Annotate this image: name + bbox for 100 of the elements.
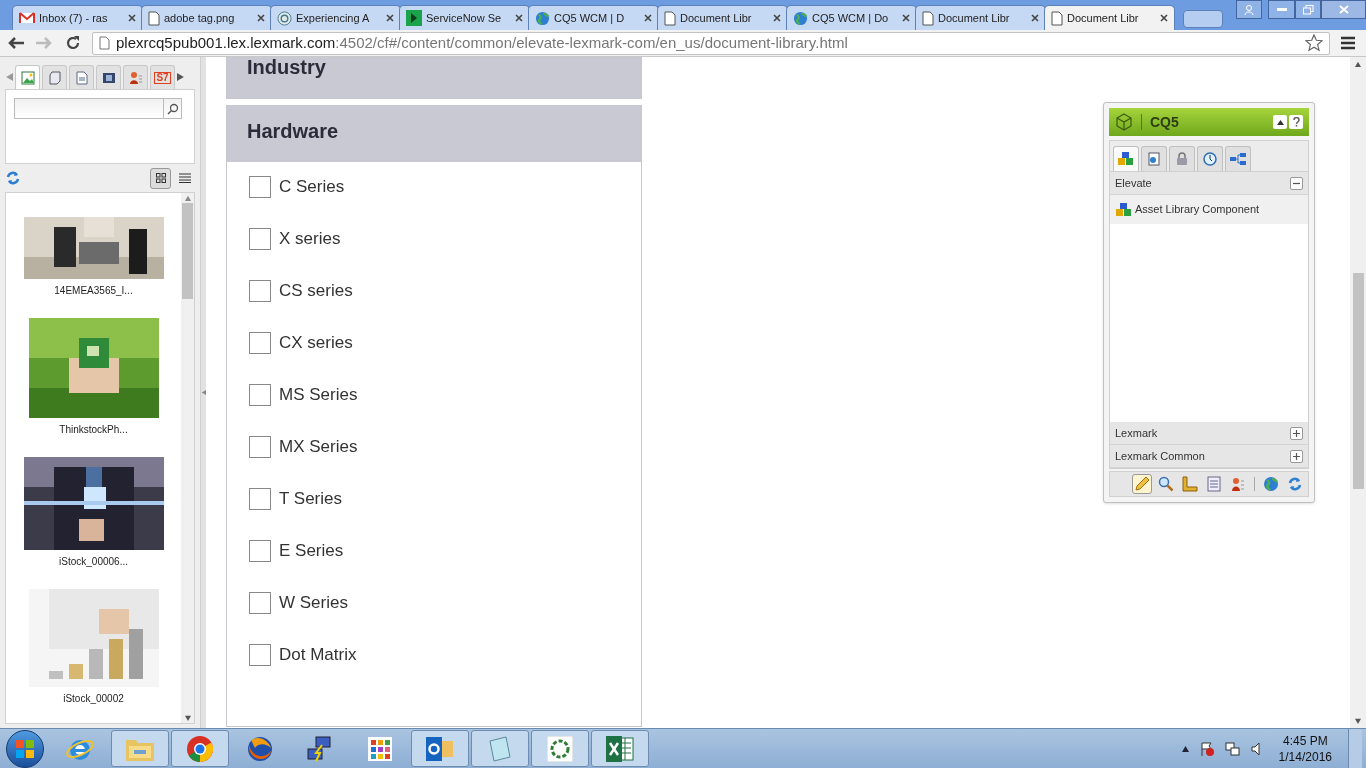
scroll-up-icon[interactable] <box>184 195 191 201</box>
close-icon[interactable] <box>773 14 781 22</box>
sidekick-tab[interactable] <box>1197 146 1223 171</box>
taskbar-app[interactable] <box>111 730 169 767</box>
browser-tab[interactable]: CQ5 WCM | Do <box>786 5 917 30</box>
network-icon[interactable] <box>1224 740 1241 757</box>
arrow-left-icon[interactable] <box>5 73 13 81</box>
browser-tab[interactable]: Inbox (7) - ras <box>12 5 143 30</box>
collapse-handle-icon[interactable] <box>201 390 206 395</box>
checkbox[interactable] <box>249 540 271 562</box>
checkbox[interactable] <box>249 436 271 458</box>
taskbar-app[interactable] <box>411 730 469 767</box>
browser-tab[interactable]: Experiencing A <box>270 5 401 30</box>
taskbar-app[interactable] <box>531 730 589 767</box>
scroll-down-icon[interactable] <box>184 715 191 721</box>
browser-tab[interactable]: adobe tag.png <box>141 5 272 30</box>
component-group-header[interactable]: Lexmark Common <box>1110 445 1308 468</box>
collapse-icon[interactable] <box>1290 176 1303 190</box>
mode-button[interactable] <box>1180 474 1200 494</box>
page-scrollbar[interactable] <box>1350 57 1366 728</box>
cubes-icon <box>1116 202 1132 217</box>
close-icon[interactable] <box>1031 14 1039 22</box>
component-item[interactable]: Asset Library Component <box>1110 195 1308 224</box>
scroll-down-icon[interactable] <box>1355 718 1361 724</box>
sidekick-tab[interactable] <box>1225 146 1251 171</box>
scrollbar[interactable] <box>181 193 194 723</box>
checkbox[interactable] <box>249 176 271 198</box>
browser-tab[interactable]: CQ5 WCM | D <box>528 5 659 30</box>
list-icon <box>178 173 191 183</box>
sidekick-tab[interactable] <box>1169 146 1195 171</box>
close-icon[interactable] <box>515 14 523 22</box>
menu-icon[interactable] <box>1340 36 1356 50</box>
checkbox[interactable] <box>249 332 271 354</box>
browser-tab[interactable]: Document Libr <box>915 5 1046 30</box>
taskbar-app[interactable] <box>471 730 529 767</box>
page-icon <box>99 36 110 50</box>
close-icon[interactable] <box>644 14 652 22</box>
tray-arrow-icon[interactable] <box>1181 745 1189 752</box>
checkbox-label: E Series <box>279 540 344 562</box>
globe-icon <box>793 10 808 26</box>
profile-button[interactable] <box>1236 0 1262 19</box>
component-group-header[interactable]: Lexmark <box>1110 422 1308 445</box>
browser-tab[interactable]: Document Libr <box>1044 5 1175 30</box>
close-icon[interactable] <box>386 14 394 22</box>
asset-type-tab[interactable] <box>123 65 148 89</box>
close-icon[interactable] <box>128 14 136 22</box>
asset-type-tab[interactable] <box>15 65 40 89</box>
refresh-icon[interactable] <box>5 170 21 186</box>
collapse-button[interactable] <box>1273 115 1287 129</box>
section-header[interactable]: Hardware <box>227 106 641 162</box>
expand-icon[interactable] <box>1290 426 1303 440</box>
taskbar-app[interactable] <box>591 730 649 767</box>
mode-button[interactable] <box>1132 474 1152 494</box>
close-button[interactable] <box>1321 0 1366 19</box>
expand-icon[interactable] <box>1290 449 1303 463</box>
start-button[interactable] <box>6 729 44 768</box>
lock-icon <box>1176 152 1188 166</box>
arrow-right-icon[interactable] <box>177 73 185 81</box>
search-field[interactable] <box>14 98 182 119</box>
star-icon[interactable] <box>1305 34 1323 52</box>
component-group-header[interactable]: Elevate <box>1110 172 1308 195</box>
new-tab-button[interactable] <box>1183 10 1223 28</box>
checkbox-label: Dot Matrix <box>279 644 357 666</box>
checkbox[interactable] <box>249 384 271 406</box>
maximize-button[interactable] <box>1295 0 1321 19</box>
close-icon <box>1338 5 1349 14</box>
document-icon <box>75 70 88 85</box>
taskbar-app[interactable] <box>171 730 229 767</box>
browser-tab[interactable]: Document Libr <box>657 5 788 30</box>
checkbox[interactable] <box>249 228 271 250</box>
checkbox[interactable] <box>249 280 271 302</box>
scrollbar-thumb[interactable] <box>1352 273 1364 489</box>
close-icon[interactable] <box>257 14 265 22</box>
checkbox-label: C Series <box>279 176 345 198</box>
page-icon <box>1147 152 1161 166</box>
reload-icon[interactable] <box>64 34 82 52</box>
browser-tab[interactable]: ServiceNow Se <box>399 5 530 30</box>
checkbox[interactable] <box>249 592 271 614</box>
close-icon[interactable] <box>1160 14 1168 22</box>
scrollbar-thumb[interactable] <box>182 203 193 299</box>
sidekick-tab[interactable] <box>1141 146 1167 171</box>
mode-button[interactable] <box>1261 474 1281 494</box>
speaker-icon[interactable] <box>1250 741 1263 756</box>
checkbox[interactable] <box>249 488 271 510</box>
checkbox-label: MX Series <box>279 436 358 458</box>
flag-icon[interactable] <box>1198 740 1215 757</box>
back-icon[interactable] <box>6 35 26 51</box>
section-header[interactable]: Industry <box>227 57 641 98</box>
close-icon[interactable] <box>902 14 910 22</box>
address-bar[interactable]: plexrcq5pub001.lex.lexmark.com:4502/cf#/content/common/elevate-lexmark-com/en_us/document-library.html <box>92 31 1330 55</box>
scroll-up-icon[interactable] <box>1355 61 1361 67</box>
clock[interactable]: 4:45 PM 1/14/2016 <box>1272 732 1338 765</box>
checkbox[interactable] <box>249 644 271 666</box>
page-icon <box>922 10 934 26</box>
minimize-button[interactable] <box>1268 0 1295 19</box>
mode-button[interactable] <box>1156 474 1176 494</box>
asset-type-tab[interactable] <box>96 65 121 89</box>
grid-view-button[interactable] <box>150 167 171 189</box>
help-button[interactable] <box>1289 115 1303 129</box>
sidekick-tab[interactable] <box>1113 146 1139 171</box>
